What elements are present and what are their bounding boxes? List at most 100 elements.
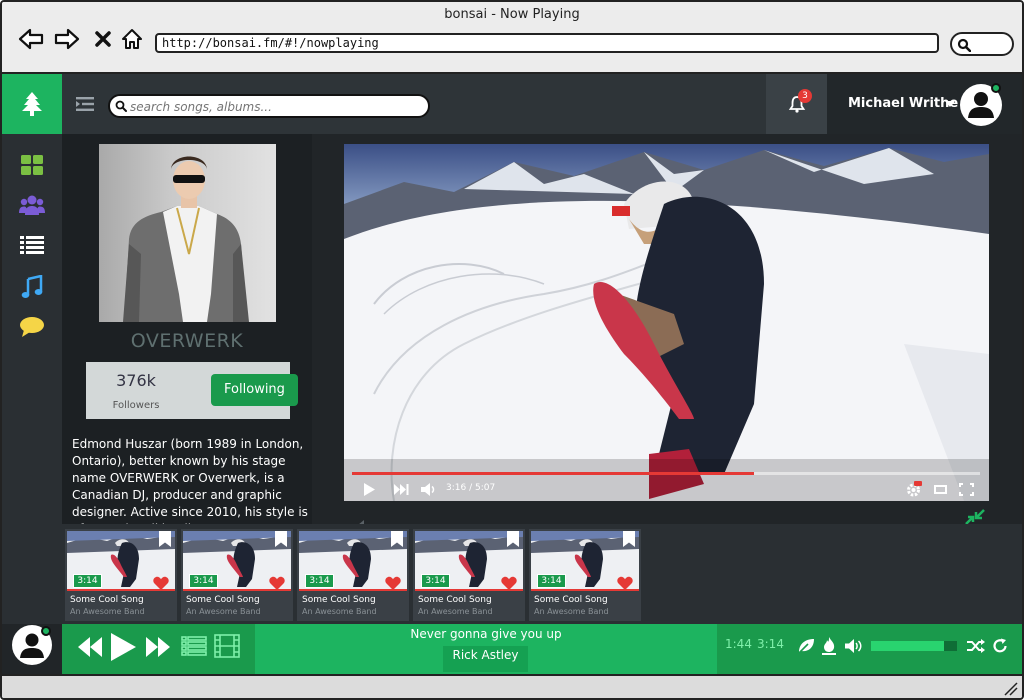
settings-icon[interactable]	[904, 480, 922, 498]
window-title: bonsai - Now Playing	[444, 7, 580, 22]
song-duration: 3:14	[421, 574, 450, 588]
sidebar-item-people[interactable]	[19, 192, 45, 218]
back-icon[interactable]	[18, 26, 44, 52]
logo[interactable]	[2, 74, 62, 134]
artist-name: OVERWERK	[130, 330, 244, 352]
artist-stats: 376k Followers Following	[86, 362, 298, 419]
chat-icon	[20, 317, 44, 337]
queue-card[interactable]: 3:14 Some Cool Song An Awesome Band	[529, 529, 641, 621]
grid-icon	[21, 155, 43, 175]
user-menu[interactable]: Michael Writhe	[827, 74, 1022, 134]
playlist-icon[interactable]	[181, 634, 207, 658]
video-frame	[344, 144, 989, 501]
song-artist[interactable]: An Awesome Band	[534, 607, 609, 616]
video-time: 3:16 / 5:07	[446, 483, 496, 493]
song-queue: 3:14 Some Cool Song An Awesome Band 3:14 Som…	[2, 524, 1022, 624]
sidebar-item-music[interactable]	[19, 274, 45, 300]
followers-count: 376k	[116, 371, 156, 390]
now-playing-artist[interactable]: Rick Astley	[443, 646, 528, 672]
heart-icon[interactable]	[153, 575, 169, 591]
search-icon	[957, 38, 971, 52]
player-bar: Never gonna give you up Rick Astley 1:44…	[2, 624, 1022, 674]
heart-icon[interactable]	[269, 575, 285, 591]
forward-icon[interactable]	[54, 26, 80, 52]
followers-label: Followers	[112, 400, 160, 411]
home-icon[interactable]	[119, 26, 145, 52]
player-user	[2, 624, 62, 674]
music-note-icon	[21, 275, 43, 298]
previous-icon[interactable]	[77, 634, 103, 660]
song-duration: 3:14	[73, 574, 102, 588]
queue-thumbnail[interactable]: 3:14	[299, 531, 407, 591]
status-bar	[2, 674, 1022, 698]
volume-level	[871, 641, 945, 651]
song-duration: 3:14	[189, 574, 218, 588]
title-bar: bonsai - Now Playing http://bonsai.fm/#!…	[2, 2, 1022, 74]
heart-icon[interactable]	[385, 575, 401, 591]
volume-icon[interactable]	[420, 480, 438, 498]
song-title[interactable]: Some Cool Song	[70, 595, 144, 605]
fullscreen-icon[interactable]	[957, 480, 975, 498]
song-duration: 3:14	[305, 574, 334, 588]
song-title[interactable]: Some Cool Song	[302, 595, 376, 605]
skip-next-icon[interactable]	[392, 480, 410, 498]
close-icon[interactable]	[90, 26, 116, 52]
queue-thumbnail[interactable]: 3:14	[183, 531, 291, 591]
queue-card[interactable]: 3:14 Some Cool Song An Awesome Band	[413, 529, 525, 621]
heart-icon[interactable]	[501, 575, 517, 591]
search-input[interactable]	[130, 98, 420, 115]
artist-photo	[99, 144, 276, 322]
volume-slider[interactable]	[871, 641, 957, 651]
online-status-dot	[41, 626, 51, 636]
artist-panel: OVERWERK 376k Followers Following Edmond…	[62, 134, 312, 524]
leaf-icon[interactable]	[796, 636, 816, 656]
queue-card[interactable]: 3:14 Some Cool Song An Awesome Band	[297, 529, 409, 621]
next-icon[interactable]	[145, 634, 171, 660]
address-bar[interactable]: http://bonsai.fm/#!/nowplaying	[155, 33, 939, 53]
play-icon[interactable]	[362, 480, 376, 498]
notification-badge: 3	[798, 89, 812, 103]
tree-icon	[22, 92, 42, 116]
group-icon	[19, 195, 45, 215]
play-icon[interactable]	[109, 631, 137, 663]
repeat-icon[interactable]	[990, 636, 1010, 656]
browser-search-field[interactable]	[950, 32, 1014, 56]
song-title[interactable]: Some Cool Song	[186, 595, 260, 605]
song-title[interactable]: Some Cool Song	[418, 595, 492, 605]
video-progress-bar[interactable]	[352, 472, 980, 475]
queue-thumbnail[interactable]: 3:14	[415, 531, 523, 591]
user-name: Michael Writhe	[848, 96, 959, 111]
theater-mode-icon[interactable]	[932, 480, 948, 498]
song-artist[interactable]: An Awesome Band	[70, 607, 145, 616]
song-artist[interactable]: An Awesome Band	[302, 607, 377, 616]
queue-card[interactable]: 3:14 Some Cool Song An Awesome Band	[65, 529, 177, 621]
heart-icon[interactable]	[617, 575, 633, 591]
song-artist[interactable]: An Awesome Band	[186, 607, 261, 616]
queue-card[interactable]: 3:14 Some Cool Song An Awesome Band	[181, 529, 293, 621]
song-title[interactable]: Some Cool Song	[534, 595, 608, 605]
notifications-button[interactable]: 3	[766, 74, 827, 134]
app-root: 3 Michael Writhe	[2, 74, 1022, 674]
queue-thumbnail[interactable]: 3:14	[67, 531, 175, 591]
search-box[interactable]	[108, 94, 430, 118]
following-button[interactable]: Following	[211, 374, 298, 406]
shuffle-icon[interactable]	[966, 636, 986, 656]
artist-bio: Edmond Huszar (born 1989 in London, Onta…	[72, 437, 308, 524]
volume-icon[interactable]	[844, 636, 864, 656]
film-icon[interactable]	[213, 633, 241, 659]
resize-grip-icon[interactable]	[1002, 682, 1018, 696]
top-bar: 3 Michael Writhe	[62, 74, 1022, 134]
song-artist[interactable]: An Awesome Band	[418, 607, 493, 616]
flame-icon[interactable]	[820, 635, 838, 657]
chevron-down-icon[interactable]	[945, 101, 955, 107]
sidebar-item-messages[interactable]	[19, 314, 45, 340]
video-player[interactable]: 3:16 / 5:07	[344, 144, 989, 501]
menu-toggle-icon[interactable]	[76, 96, 94, 115]
song-duration: 3:14	[537, 574, 566, 588]
elapsed-time: 1:44	[725, 637, 752, 651]
video-progress-fill	[352, 472, 754, 475]
sidebar-item-dashboard[interactable]	[19, 152, 45, 178]
sidebar-item-list[interactable]	[19, 232, 45, 258]
queue-thumbnail[interactable]: 3:14	[531, 531, 639, 591]
search-icon	[115, 100, 127, 112]
